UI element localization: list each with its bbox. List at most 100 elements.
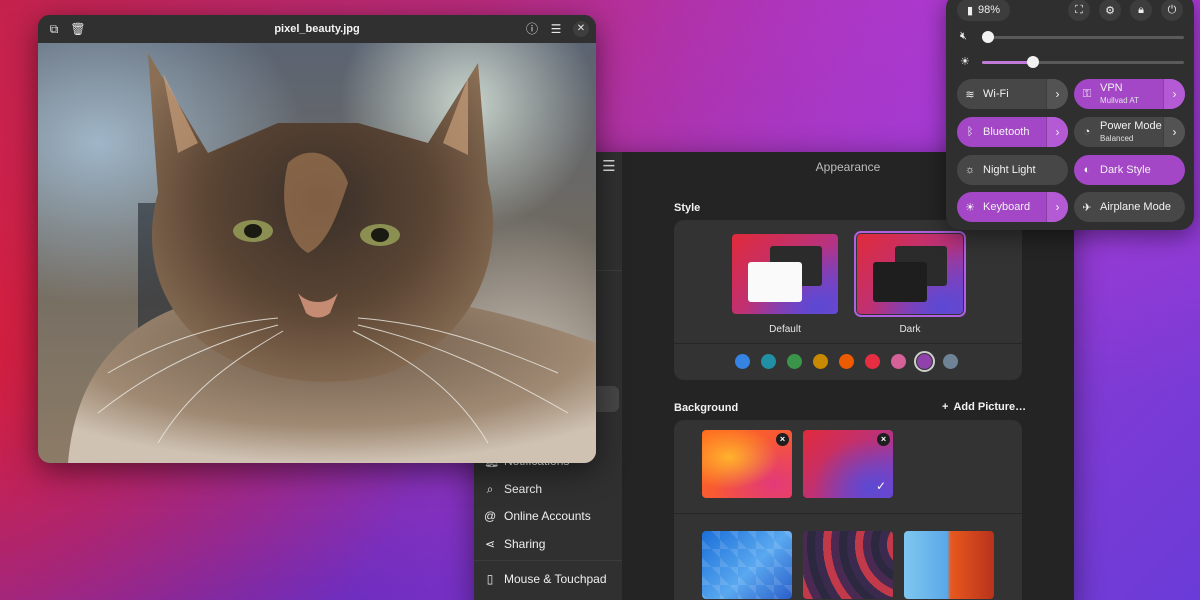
toggle-label: Night Light (983, 163, 1036, 176)
power-button[interactable]: ⏻ (1161, 0, 1183, 21)
toggle-label: Airplane Mode (1100, 200, 1171, 213)
accent-color-swatch[interactable] (813, 354, 828, 369)
share-icon: ⋖ (484, 537, 496, 551)
sidebar-item-label: Mouse & Touchpad (504, 572, 607, 586)
volume-slider[interactable] (982, 36, 1184, 39)
toggle-label: Bluetooth (983, 125, 1030, 138)
toggle-label: Wi-Fi (983, 87, 1009, 100)
brightness-icon: ☀ (960, 56, 970, 68)
wallpaper-blue-triangles[interactable] (702, 531, 792, 599)
style-option-label: Default (769, 324, 801, 335)
toggle-bluetooth[interactable]: ᛒ Bluetooth › (957, 117, 1068, 147)
screenshot-button[interactable]: ⛶ (1068, 0, 1090, 21)
sidebar-item-label: Sharing (504, 537, 546, 551)
cat-photo (38, 43, 596, 463)
wallpaper-blue-orange-split[interactable] (904, 531, 994, 599)
lock-icon: 🔒︎ (1138, 3, 1144, 16)
keyboard-icon: ☀ (965, 201, 975, 214)
settings-menu-button[interactable]: ☰ (600, 159, 618, 174)
checkmark-icon: ✓ (876, 479, 887, 493)
power-icon: ⏻ (1167, 3, 1177, 16)
toggle-vpn[interactable]: ⚿ VPN Mullvad AT › (1074, 79, 1185, 109)
plus-icon: + (942, 401, 949, 413)
menu-icon[interactable]: ☰ (548, 21, 564, 37)
chevron-right-icon[interactable]: › (1163, 117, 1185, 147)
battery-icon: ▮ (966, 4, 974, 17)
style-section-label: Style (674, 202, 701, 214)
chevron-right-icon[interactable]: › (1163, 79, 1185, 109)
toggle-label: Dark Style (1100, 163, 1151, 176)
wallpaper-purple[interactable]: × ✓ (803, 430, 893, 498)
wifi-off-icon: ≋ (965, 88, 975, 101)
toggle-label: VPN (1100, 81, 1123, 94)
brightness-slider-knob[interactable] (1026, 56, 1039, 68)
info-icon[interactable]: ⓘ (524, 21, 540, 37)
sidebar-item-mouse-touchpad[interactable]: ▯ Mouse & Touchpad (484, 566, 619, 592)
image-viewer-window: ⧉ 🗑︎ pixel_beauty.jpg ⓘ ☰ ✕ (38, 15, 596, 463)
brightness-slider-fill (982, 61, 1033, 64)
wallpaper-dark-waves[interactable] (803, 531, 893, 599)
chevron-right-icon[interactable]: › (1046, 192, 1068, 222)
toggle-label: Keyboard (983, 200, 1031, 213)
sidebar-item-search[interactable]: ⌕ Search (484, 476, 619, 502)
style-card: Default Dark (674, 220, 1022, 380)
accent-color-swatch[interactable] (891, 354, 906, 369)
toggle-sublabel: Balanced (1100, 133, 1134, 143)
screenshot-icon: ⛶ (1075, 3, 1083, 16)
toggle-night-light[interactable]: ☼ Night Light (957, 155, 1068, 185)
power-mode-icon: ◔ (1083, 126, 1091, 138)
add-picture-label: Add Picture… (953, 401, 1027, 413)
chevron-right-icon[interactable]: › (1046, 117, 1068, 147)
at-icon: @ (484, 509, 497, 523)
toggle-keyboard[interactable]: ☀ Keyboard › (957, 192, 1068, 222)
vpn-icon: ⚿ (1082, 87, 1092, 100)
background-section-label: Background (674, 402, 739, 414)
volume-muted-icon: 🔇︎ (960, 30, 967, 42)
remove-wallpaper-icon[interactable]: × (877, 433, 890, 446)
accent-color-swatch[interactable] (865, 354, 880, 369)
chevron-right-icon[interactable]: › (1046, 79, 1068, 109)
toggle-wifi[interactable]: ≋ Wi-Fi › (957, 79, 1068, 109)
sidebar-item-label: Online Accounts (504, 509, 591, 523)
style-option-label: Dark (899, 324, 921, 335)
toggle-sublabel: Mullvad AT (1100, 95, 1139, 105)
battery-indicator[interactable]: ▮ 98% (957, 0, 1010, 21)
night-light-icon: ☼ (964, 164, 976, 176)
toggle-power-mode[interactable]: ◔ Power Mode Balanced › (1074, 117, 1185, 147)
card-divider (674, 343, 1022, 344)
viewer-title: pixel_beauty.jpg (274, 23, 360, 35)
add-picture-button[interactable]: + Add Picture… (942, 401, 1026, 413)
sidebar-divider (474, 560, 622, 561)
toggle-label: Power Mode (1100, 119, 1162, 132)
remove-wallpaper-icon[interactable]: × (776, 433, 789, 446)
wallpaper-orange[interactable]: × (702, 430, 792, 498)
battery-label: 98% (978, 4, 1001, 16)
accent-color-swatch[interactable] (917, 354, 932, 369)
gear-icon: ⚙ (1105, 4, 1115, 17)
background-card: × × ✓ (674, 420, 1022, 600)
accent-color-swatch[interactable] (761, 354, 776, 369)
close-icon[interactable]: ✕ (573, 21, 589, 37)
lock-button[interactable]: 🔒︎ (1130, 0, 1152, 21)
toggle-dark-style[interactable]: ◐ Dark Style (1074, 155, 1185, 185)
accent-color-swatch[interactable] (787, 354, 802, 369)
style-option-default[interactable] (732, 234, 838, 314)
accent-color-swatch[interactable] (943, 354, 958, 369)
card-divider (674, 513, 1022, 514)
accent-color-swatch[interactable] (839, 354, 854, 369)
settings-button[interactable]: ⚙ (1099, 0, 1121, 21)
accent-color-swatch[interactable] (735, 354, 750, 369)
sidebar-item-sharing[interactable]: ⋖ Sharing (484, 531, 619, 557)
mouse-icon: ▯ (486, 572, 494, 586)
toggle-airplane-mode[interactable]: ✈ Airplane Mode (1074, 192, 1185, 222)
viewer-header: ⧉ 🗑︎ pixel_beauty.jpg ⓘ ☰ ✕ (38, 15, 596, 43)
quick-settings-menu: ▮ 98% ⛶ ⚙ 🔒︎ ⏻ 🔇︎ ☀ ≋ Wi-Fi › ⚿ VPN Mullv… (946, 0, 1194, 230)
airplane-icon: ✈ (1082, 201, 1092, 214)
search-icon: ⌕ (486, 481, 494, 496)
sidebar-item-label: Search (504, 482, 543, 496)
style-option-dark[interactable] (857, 234, 963, 314)
sidebar-item-online-accounts[interactable]: @ Online Accounts (484, 503, 619, 529)
volume-slider-knob[interactable] (982, 31, 995, 43)
dark-style-icon: ◐ (1083, 164, 1091, 176)
bluetooth-icon: ᛒ (966, 126, 974, 138)
